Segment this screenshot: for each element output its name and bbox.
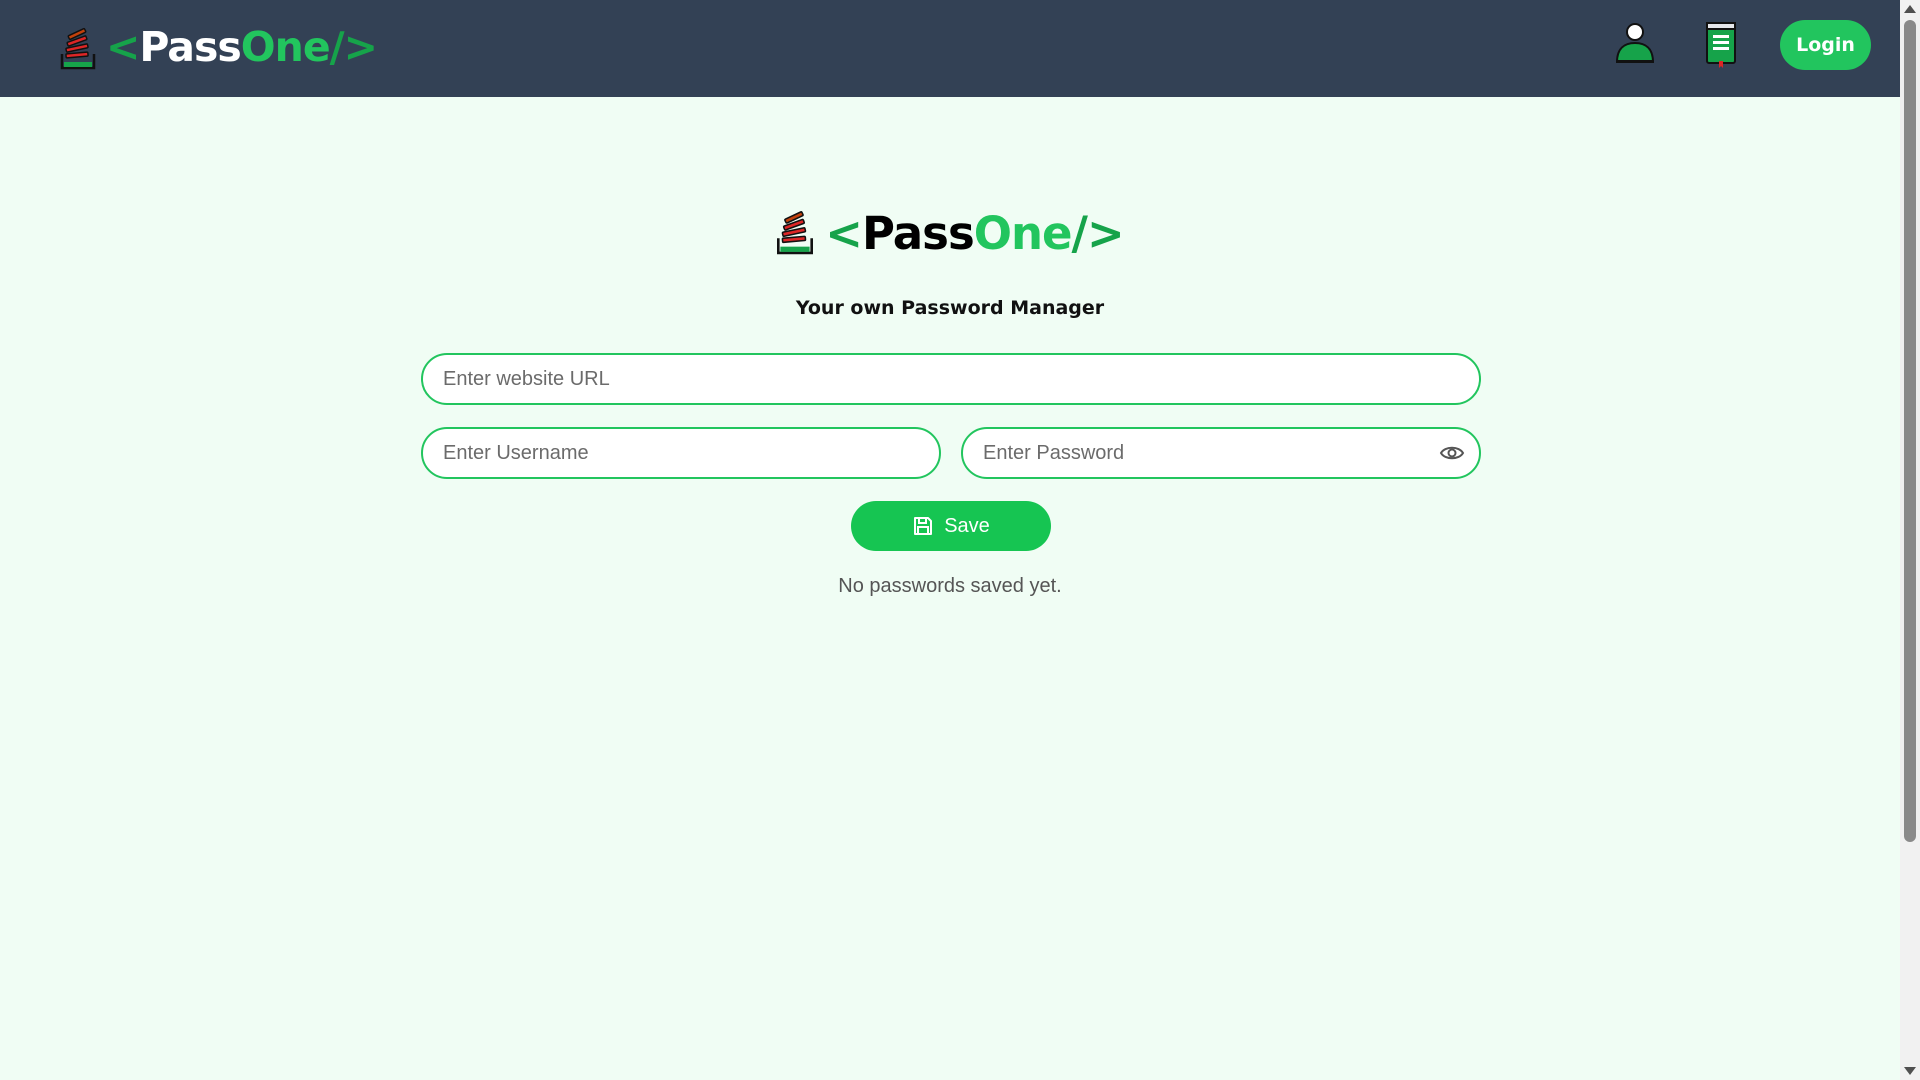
save-icon (912, 515, 934, 537)
empty-passwords-message: No passwords saved yet. (838, 575, 1062, 597)
logo-icon (60, 24, 96, 70)
url-input[interactable] (443, 355, 1453, 403)
brand-close-bracket: /> (329, 22, 378, 71)
login-button[interactable]: Login (1780, 20, 1871, 70)
user-icon[interactable] (1614, 22, 1656, 64)
brand-name: <PassOne/> (106, 26, 378, 68)
scroll-up-arrow-icon[interactable] (1904, 5, 1916, 13)
save-label: Save (944, 514, 990, 537)
hero-logo-icon (776, 207, 814, 260)
save-button[interactable]: Save (851, 501, 1051, 551)
hero-open-bracket: < (825, 207, 863, 260)
password-field[interactable] (961, 427, 1481, 479)
brand-open-bracket: < (106, 22, 140, 71)
tagline: Your own Password Manager (795, 297, 1105, 319)
password-input[interactable] (983, 429, 1413, 477)
hero-brand-name: <PassOne/> (825, 211, 1124, 256)
brand-pass: Pass (139, 22, 241, 71)
brand-logo[interactable]: <PassOne/> (60, 24, 378, 70)
hero-pass: Pass (862, 207, 975, 260)
page: <PassOne/> Login <PassOne/> Your own Pas… (0, 0, 1900, 1080)
navbar: <PassOne/> Login (0, 0, 1900, 97)
url-field[interactable] (421, 353, 1481, 405)
book-icon[interactable] (1705, 21, 1737, 69)
scroll-down-arrow-icon[interactable] (1904, 1067, 1916, 1075)
hero-brand: <PassOne/> (776, 207, 1125, 260)
eye-icon[interactable] (1439, 441, 1465, 465)
hero: <PassOne/> (0, 207, 1900, 260)
brand-one: One (240, 22, 331, 71)
hero-one: One (973, 207, 1073, 260)
username-field[interactable] (421, 427, 941, 479)
username-input[interactable] (443, 429, 923, 477)
scroll-thumb[interactable] (1904, 20, 1916, 842)
hero-close-bracket: /> (1071, 207, 1125, 260)
scrollbar[interactable] (1900, 0, 1920, 1080)
